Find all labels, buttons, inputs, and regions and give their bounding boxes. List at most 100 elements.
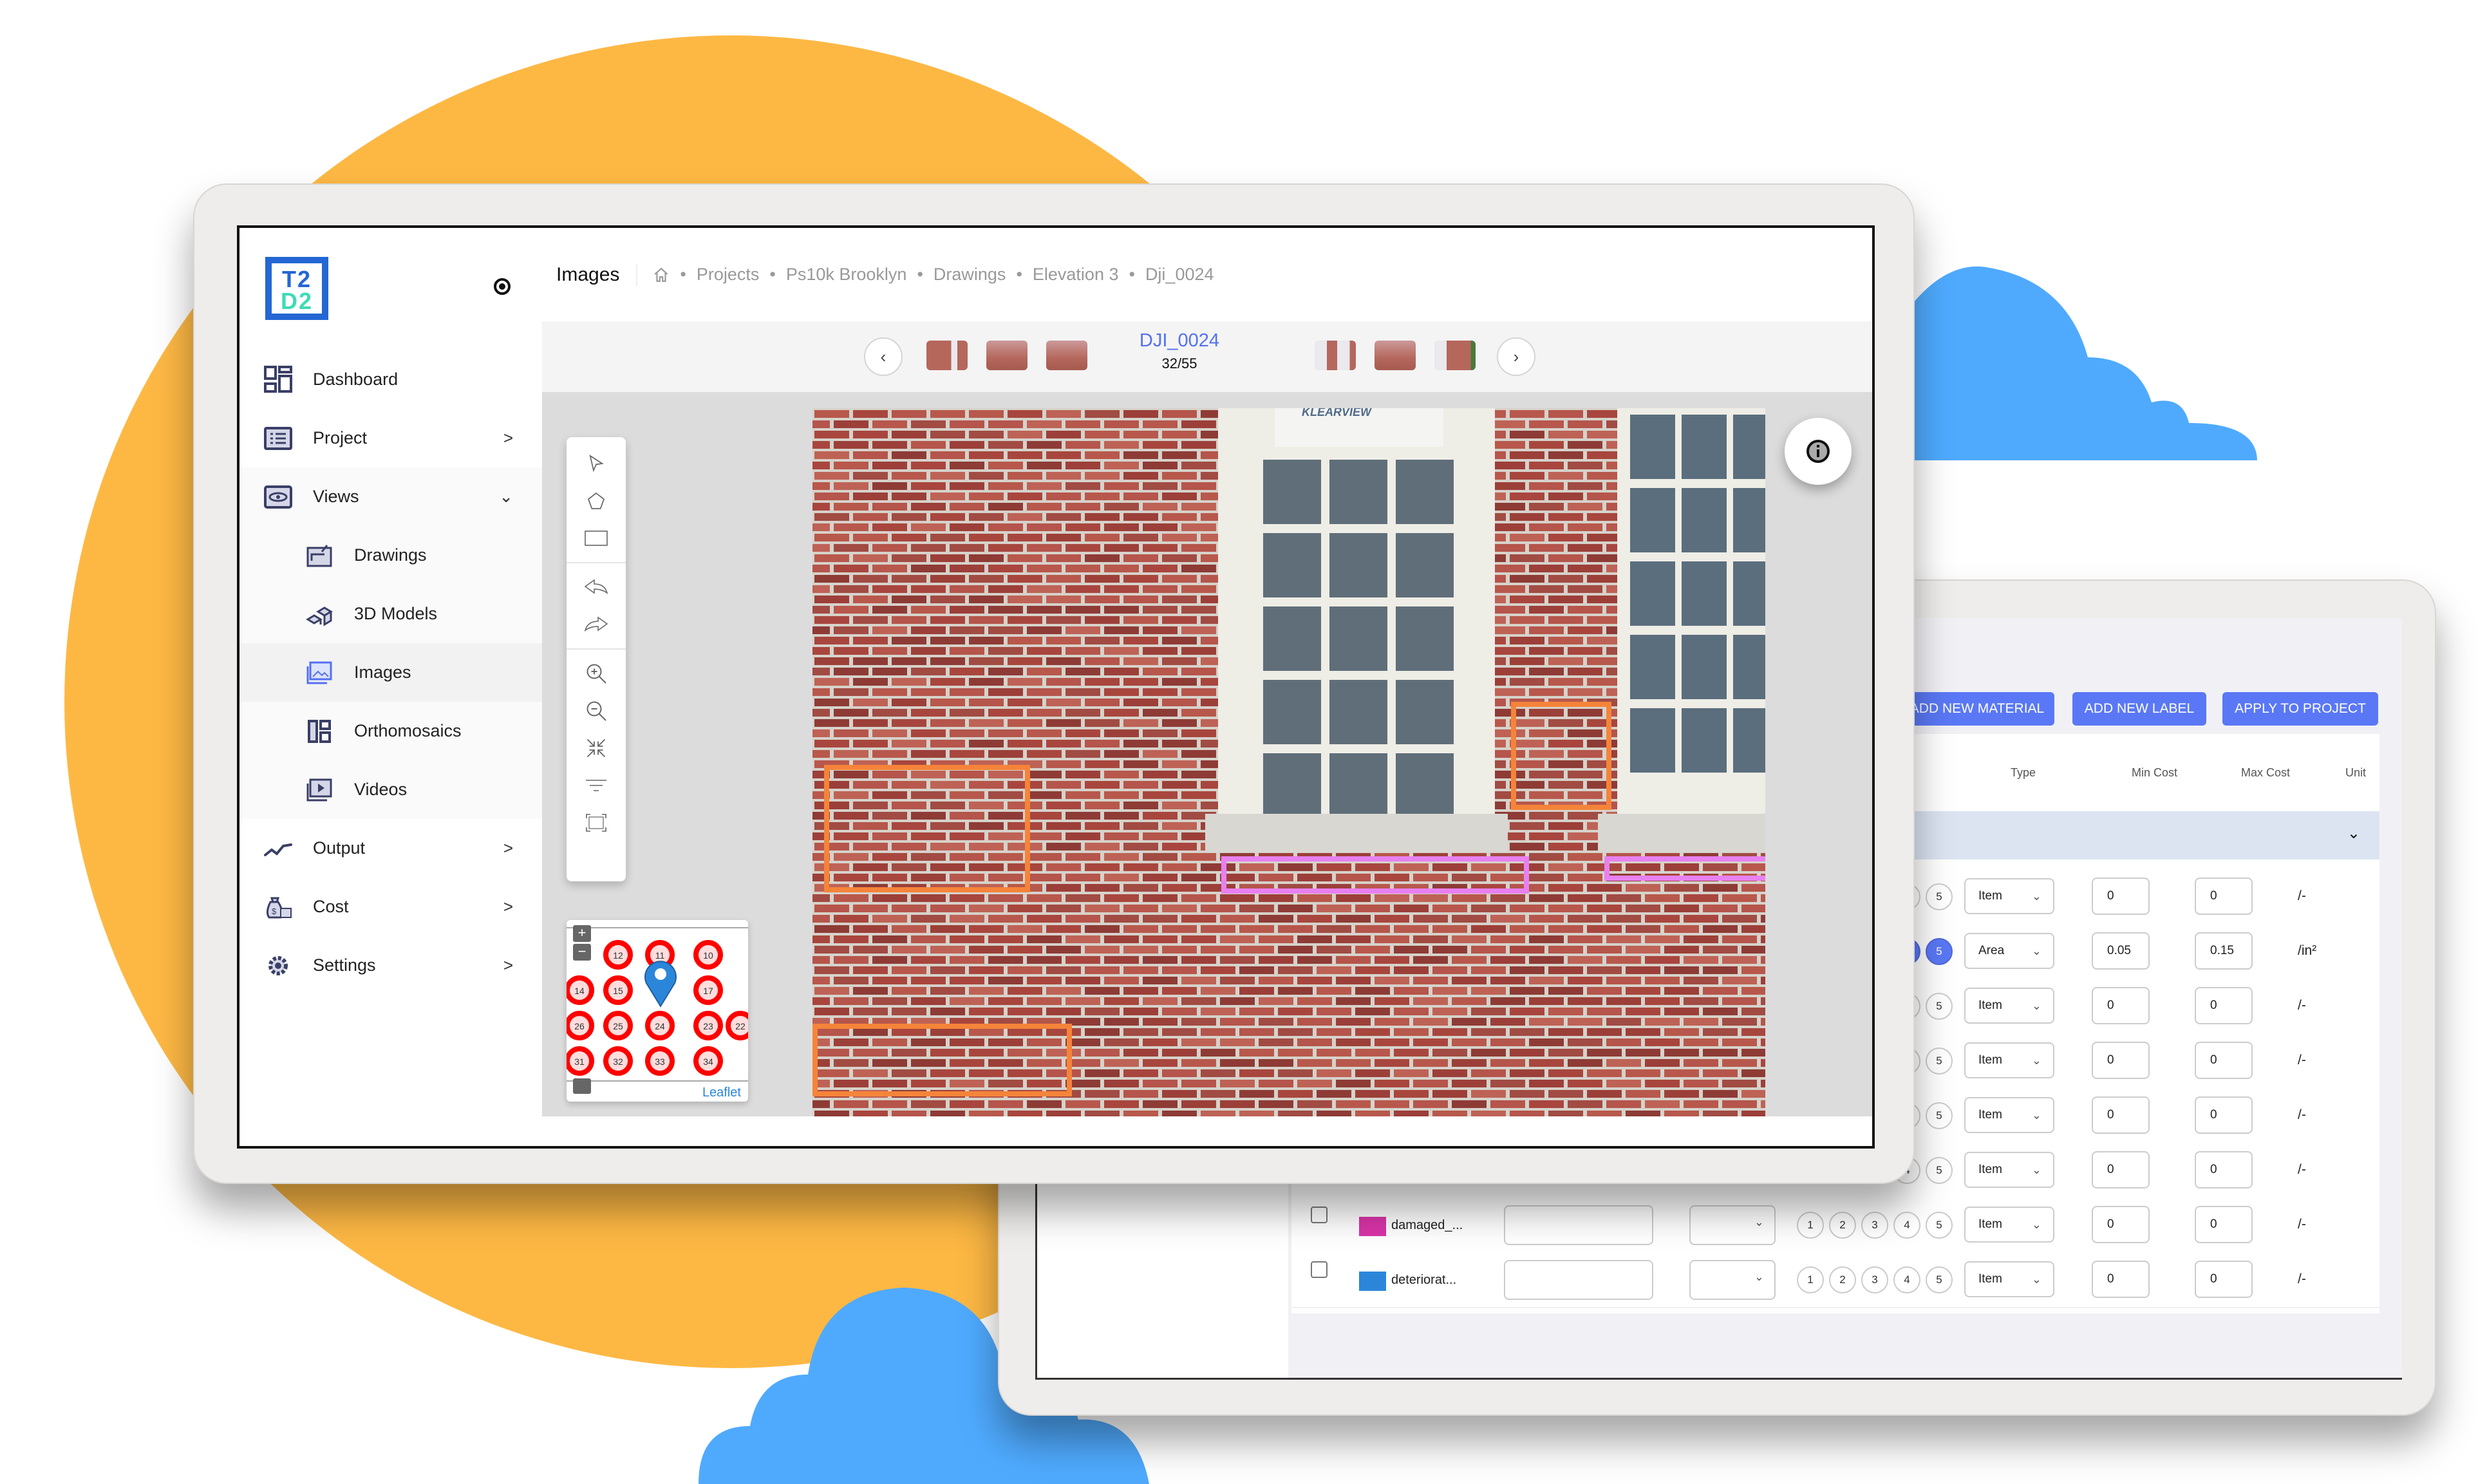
label-category-select[interactable]: ⌄ — [1689, 1260, 1776, 1300]
sidebar-item-videos[interactable]: Videos — [239, 760, 542, 819]
type-select[interactable]: Item ⌄ — [1964, 1261, 2054, 1297]
breadcrumb-elevation[interactable]: Elevation 3 — [1033, 265, 1119, 285]
severity-rating-5[interactable]: 5 — [1926, 1047, 1953, 1075]
severity-rating-5[interactable]: 5 — [1926, 1157, 1953, 1184]
min-cost-input[interactable]: 0 — [2092, 878, 2150, 915]
prev-image-button[interactable]: ‹ — [864, 337, 903, 376]
minimap-marker[interactable]: 25 — [603, 1011, 633, 1040]
min-cost-input[interactable]: 0 — [2092, 987, 2150, 1024]
undo-button[interactable] — [567, 568, 626, 606]
max-cost-input[interactable]: 0.15 — [2195, 932, 2253, 970]
minimap-marker[interactable]: 31 — [567, 1046, 594, 1076]
chevron-right-icon[interactable]: > — [503, 428, 513, 448]
home-icon[interactable] — [653, 267, 670, 283]
image-thumbnail[interactable] — [1315, 341, 1356, 370]
max-cost-input[interactable]: 0 — [2195, 1042, 2253, 1079]
fullscreen-button[interactable] — [567, 804, 626, 841]
min-cost-input[interactable]: 0 — [2092, 1261, 2150, 1298]
sidebar-item-dashboard[interactable]: Dashboard — [239, 350, 542, 409]
breadcrumb-project[interactable]: Ps10k Brooklyn — [786, 265, 907, 285]
type-select[interactable]: Item ⌄ — [1964, 1042, 2054, 1078]
sidebar-item-settings[interactable]: Settings > — [239, 936, 542, 995]
info-button[interactable] — [1785, 418, 1852, 485]
min-cost-input[interactable]: 0 — [2092, 1151, 2150, 1188]
min-cost-input[interactable]: 0 — [2092, 1206, 2150, 1243]
severity-rating-1[interactable]: 1 — [1797, 1212, 1824, 1239]
minimap-canvas[interactable]: 1211101517142625242322313233344140 — [567, 920, 748, 1102]
row-checkbox[interactable] — [1311, 1261, 1328, 1278]
brick-wall-image[interactable]: KLEARVIEW — [812, 408, 1765, 1116]
min-cost-input[interactable]: 0 — [2092, 1096, 2150, 1134]
severity-rating-5[interactable]: 5 — [1926, 883, 1953, 910]
label-color-swatch[interactable] — [1359, 1272, 1386, 1291]
sidebar-item-orthomosaics[interactable]: Orthomosaics — [239, 702, 542, 760]
severity-rating-5[interactable]: 5 — [1926, 1212, 1953, 1239]
zoom-in-button[interactable] — [567, 655, 626, 692]
type-select[interactable]: Item ⌄ — [1964, 1097, 2054, 1133]
severity-rating-5[interactable]: 5 — [1926, 1102, 1953, 1129]
chevron-right-icon[interactable]: > — [503, 838, 513, 858]
type-select[interactable]: Item ⌄ — [1964, 988, 2054, 1024]
minimap-marker[interactable]: 32 — [603, 1046, 633, 1076]
label-category-select[interactable]: ⌄ — [1689, 1205, 1776, 1245]
filter-button[interactable] — [567, 767, 626, 804]
severity-rating-3[interactable]: 3 — [1861, 1212, 1888, 1239]
type-select[interactable]: Area ⌄ — [1964, 933, 2054, 969]
label-description-input[interactable] — [1504, 1260, 1653, 1300]
breadcrumb-drawings[interactable]: Drawings — [934, 265, 1006, 285]
minimap-marker[interactable]: 24 — [645, 1011, 675, 1040]
severity-rating-5[interactable]: 5 — [1926, 938, 1953, 965]
sidebar-item-views[interactable]: Views ⌄ — [239, 467, 542, 526]
sidebar-item-drawings[interactable]: Drawings — [239, 526, 542, 585]
minimap-marker[interactable]: 23 — [693, 1011, 723, 1040]
minimap-marker[interactable]: 22 — [726, 1011, 748, 1040]
max-cost-input[interactable]: 0 — [2195, 1096, 2253, 1134]
row-checkbox[interactable] — [1311, 1207, 1328, 1223]
min-cost-input[interactable]: 0.05 — [2092, 932, 2150, 970]
minimap-marker[interactable]: 12 — [603, 940, 633, 970]
select-tool[interactable] — [567, 445, 626, 482]
fit-to-screen-button[interactable] — [567, 729, 626, 767]
minimap-marker[interactable]: 10 — [693, 940, 723, 970]
polygon-tool[interactable] — [567, 482, 626, 520]
severity-rating-5[interactable]: 5 — [1926, 1266, 1953, 1293]
severity-rating-4[interactable]: 4 — [1893, 1266, 1920, 1293]
minimap-zoom-out-button[interactable]: − — [573, 944, 591, 961]
sidebar-item-images[interactable]: Images — [239, 643, 542, 702]
location-minimap[interactable]: 1211101517142625242322313233344140 + − L… — [567, 920, 748, 1102]
chevron-right-icon[interactable]: > — [503, 955, 513, 975]
max-cost-input[interactable]: 0 — [2195, 987, 2253, 1024]
severity-rating-3[interactable]: 3 — [1861, 1266, 1888, 1293]
apply-to-project-button[interactable]: APPLY TO PROJECT — [2222, 692, 2378, 726]
sidebar-item-3d-models[interactable]: 3D Models — [239, 585, 542, 643]
min-cost-input[interactable]: 0 — [2092, 1042, 2150, 1079]
minimap-marker[interactable]: 15 — [603, 975, 633, 1005]
severity-rating-2[interactable]: 2 — [1829, 1212, 1856, 1239]
type-select[interactable]: Item ⌄ — [1964, 878, 2054, 914]
image-thumbnail[interactable] — [1046, 341, 1087, 370]
sidebar-item-project[interactable]: Project > — [239, 409, 542, 467]
photo-canvas[interactable]: KLEARVIEW — [812, 408, 1765, 1116]
add-new-label-button[interactable]: ADD NEW LABEL — [2072, 692, 2206, 726]
max-cost-input[interactable]: 0 — [2195, 878, 2253, 915]
max-cost-input[interactable]: 0 — [2195, 1206, 2253, 1243]
max-cost-input[interactable]: 0 — [2195, 1261, 2253, 1298]
breadcrumb-projects[interactable]: Projects — [697, 265, 760, 285]
sidebar-item-output[interactable]: Output > — [239, 819, 542, 878]
minimap-marker[interactable]: 34 — [693, 1046, 723, 1076]
redo-button[interactable] — [567, 606, 626, 643]
image-thumbnail[interactable] — [986, 341, 1028, 370]
zoom-out-button[interactable] — [567, 692, 626, 729]
add-new-material-button[interactable]: ADD NEW MATERIAL — [1900, 692, 2054, 726]
severity-rating-1[interactable]: 1 — [1797, 1266, 1824, 1293]
t2d2-logo[interactable]: T2 D2 — [265, 257, 328, 320]
image-thumbnail[interactable] — [1375, 341, 1416, 370]
image-thumbnail[interactable] — [1434, 341, 1476, 370]
next-image-button[interactable]: › — [1497, 337, 1535, 376]
max-cost-input[interactable]: 0 — [2195, 1151, 2253, 1188]
minimap-marker[interactable]: 33 — [645, 1046, 675, 1076]
severity-rating-2[interactable]: 2 — [1829, 1266, 1856, 1293]
image-thumbnail[interactable] — [926, 341, 968, 370]
severity-rating-5[interactable]: 5 — [1926, 993, 1953, 1020]
label-color-swatch[interactable] — [1359, 1217, 1386, 1236]
